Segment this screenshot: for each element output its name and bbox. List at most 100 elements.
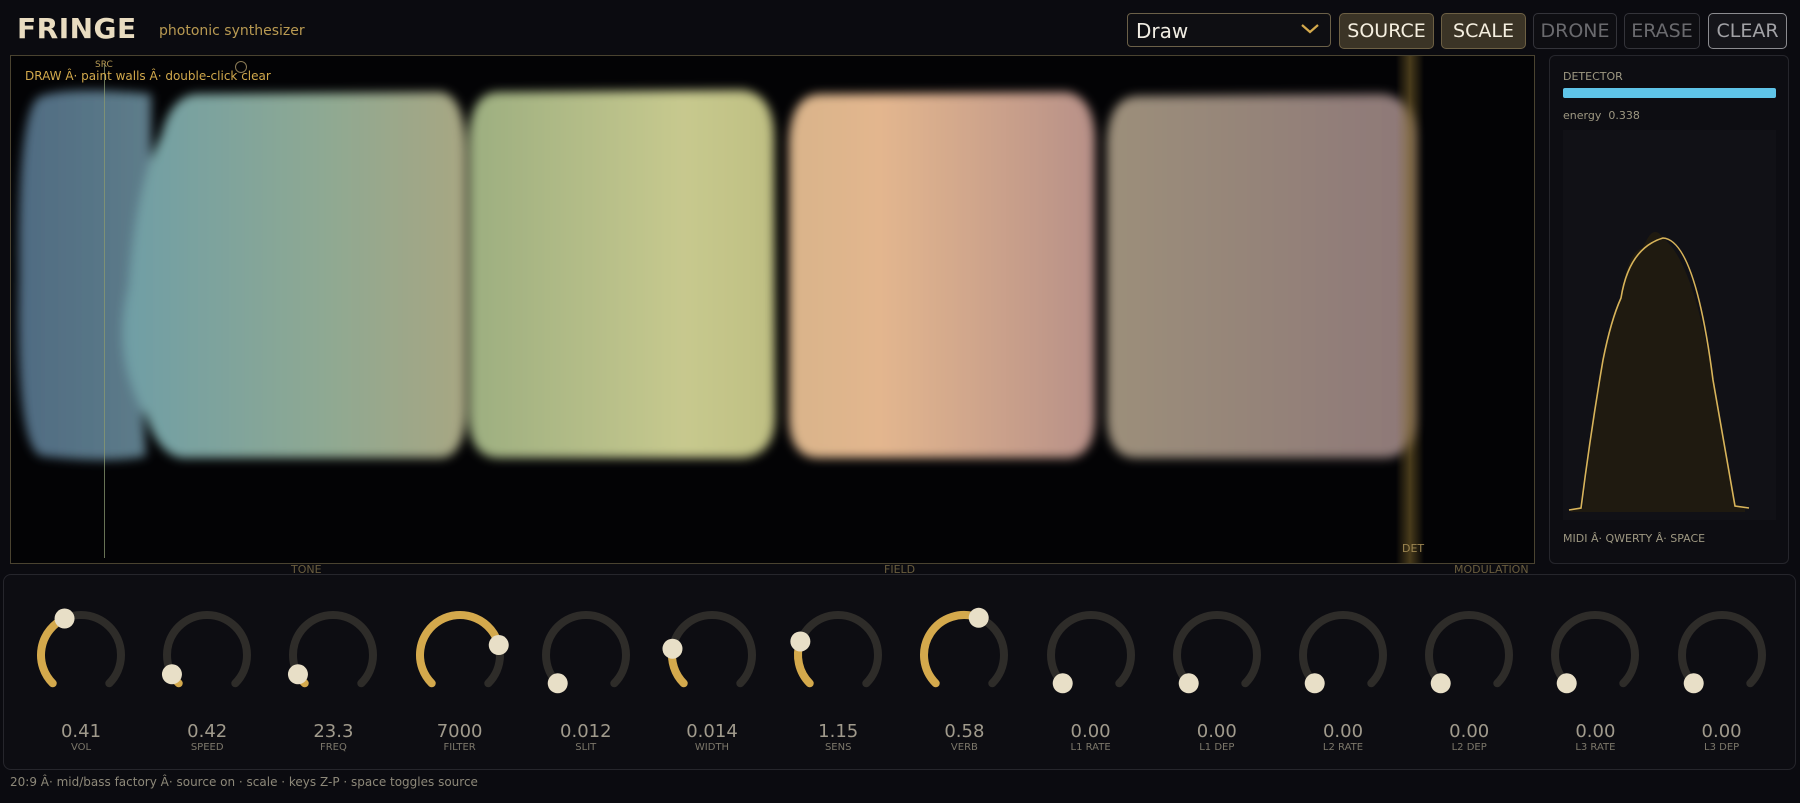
draw-field[interactable]: SRC DRAW Â· paint walls Â· double-click … <box>10 55 1535 564</box>
knob-track <box>668 611 756 688</box>
input-hint: MIDI Â· QWERTY Â· SPACE <box>1563 532 1706 545</box>
knob-label: FREQ <box>319 742 347 753</box>
knob-value: 0.42 <box>187 721 228 742</box>
knob-l2-rate[interactable]: 0.00 L2 RATE <box>1288 575 1398 753</box>
wave-band <box>469 90 775 458</box>
knob-handle[interactable] <box>162 664 183 685</box>
knob-speed[interactable]: 0.42 SPEED <box>152 575 262 753</box>
knob-handle[interactable] <box>969 607 990 628</box>
knob-track <box>1046 611 1135 688</box>
knob-value: 0.00 <box>1449 721 1490 742</box>
knob-value: 0.00 <box>1701 721 1742 742</box>
clear-button[interactable]: CLEAR <box>1708 13 1787 49</box>
knob-l3-rate[interactable]: 0.00 L3 RATE <box>1540 575 1650 753</box>
knob-dial[interactable] <box>152 575 262 720</box>
knob-freq[interactable]: 23.3 FREQ <box>278 575 388 753</box>
top-bar: FRINGE photonic synthesizer Draw SOURCE … <box>0 0 1800 56</box>
knob-fill <box>37 614 69 688</box>
app-title: FRINGE <box>17 12 137 45</box>
knob-width[interactable]: 0.014 WIDTH <box>657 575 767 753</box>
mode-select-value: Draw <box>1136 19 1189 43</box>
knob-value: 0.58 <box>944 721 985 742</box>
knob-dial[interactable] <box>1288 575 1398 720</box>
knob-slit[interactable]: 0.012 SLIT <box>531 575 641 753</box>
knob-l1-dep[interactable]: 0.00 L1 DEP <box>1162 575 1272 753</box>
knob-dial[interactable] <box>26 575 136 720</box>
knob-dial[interactable] <box>1162 575 1272 720</box>
knob-dial[interactable] <box>1414 575 1524 720</box>
knob-label: L3 DEP <box>1704 742 1740 753</box>
knob-label: FILTER <box>443 742 476 753</box>
knob-value: 0.00 <box>1070 721 1111 742</box>
knob-track <box>1172 611 1261 688</box>
knob-value: 0.00 <box>1322 721 1364 742</box>
knob-value: 0.014 <box>686 721 738 742</box>
knob-filter[interactable]: 7000 FILTER <box>405 575 515 753</box>
knob-label: L2 RATE <box>1322 742 1364 753</box>
knob-handle[interactable] <box>1557 673 1578 694</box>
knob-value: 0.41 <box>60 721 102 742</box>
knob-l3-dep[interactable]: 0.00 L3 DEP <box>1667 575 1777 753</box>
knob-track <box>794 611 883 688</box>
knob-value: 0.00 <box>1196 721 1237 742</box>
knob-track <box>541 611 630 688</box>
knob-label: VERB <box>950 742 978 753</box>
knob-dial[interactable] <box>278 575 388 720</box>
knob-vol[interactable]: 0.41 VOL <box>26 575 136 753</box>
knob-value: 0.00 <box>1575 721 1616 742</box>
knob-track <box>1425 611 1514 688</box>
knob-handle[interactable] <box>54 608 75 629</box>
knob-handle[interactable] <box>1683 673 1704 694</box>
knob-label: VOL <box>70 742 92 753</box>
erase-button[interactable]: ERASE <box>1624 13 1700 49</box>
knob-value: 1.15 <box>818 721 859 742</box>
knob-handle[interactable] <box>547 673 568 694</box>
wave-band <box>122 92 467 459</box>
knob-track <box>1551 611 1640 688</box>
detector-title: DETECTOR <box>1563 70 1623 83</box>
knob-handle[interactable] <box>662 638 683 659</box>
detector-spectrum <box>1563 130 1776 520</box>
knob-value: 23.3 <box>313 721 354 742</box>
knob-sens[interactable]: 1.15 SENS <box>783 575 893 753</box>
knob-handle[interactable] <box>1430 673 1451 694</box>
knob-handle[interactable] <box>488 635 509 656</box>
knob-label: SPEED <box>190 742 224 753</box>
knob-dial[interactable] <box>1036 575 1146 720</box>
knob-fill <box>415 610 503 688</box>
chevron-down-icon <box>1301 24 1319 34</box>
source-button[interactable]: SOURCE <box>1339 13 1434 49</box>
knob-dial[interactable] <box>1667 575 1777 720</box>
interference-pattern <box>18 90 1416 460</box>
knob-handle[interactable] <box>1178 673 1199 694</box>
mode-select[interactable]: Draw <box>1127 13 1331 47</box>
knob-handle[interactable] <box>790 631 811 652</box>
knob-dial[interactable] <box>531 575 641 720</box>
detector-wall <box>1396 56 1424 563</box>
knob-dial[interactable] <box>783 575 893 720</box>
knob-label: L3 RATE <box>1575 742 1616 753</box>
knob-fill <box>920 611 984 688</box>
detector-label: DET <box>1402 542 1425 555</box>
knob-panel: 0.41 VOL 0.42 SPEED 23.3 FREQ 7000 FILTER 0.012 S… <box>3 574 1796 770</box>
source-line[interactable] <box>104 64 105 558</box>
knob-dial[interactable] <box>657 575 767 720</box>
knob-handle[interactable] <box>1052 673 1073 694</box>
detector-panel: DETECTOR energy 0.338 MIDI Â· QWERTY Â· … <box>1549 55 1789 564</box>
knob-label: SENS <box>824 742 852 753</box>
knob-l2-dep[interactable]: 0.00 L2 DEP <box>1414 575 1524 753</box>
knob-dial[interactable] <box>1540 575 1650 720</box>
knob-track <box>1677 611 1766 688</box>
drone-button[interactable]: DRONE <box>1533 13 1617 49</box>
scale-button[interactable]: SCALE <box>1441 13 1526 49</box>
wave-band <box>1107 94 1416 458</box>
knob-l1-rate[interactable]: 0.00 L1 RATE <box>1036 575 1146 753</box>
knob-handle[interactable] <box>288 664 309 685</box>
knob-dial[interactable] <box>909 575 1019 720</box>
knob-label: WIDTH <box>694 742 730 753</box>
knob-verb[interactable]: 0.58 VERB <box>909 575 1019 753</box>
spectrum-svg <box>1568 231 1750 512</box>
knob-handle[interactable] <box>1304 673 1325 694</box>
knob-value: 0.012 <box>560 721 612 742</box>
knob-dial[interactable] <box>405 575 515 720</box>
